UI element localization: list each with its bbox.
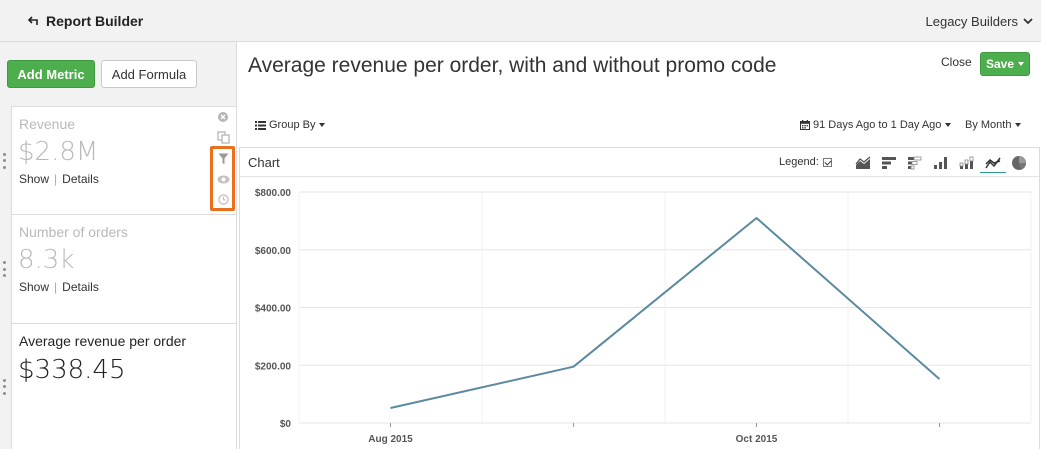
legend-checkbox[interactable]: [822, 157, 832, 167]
duplicate-icon[interactable]: [216, 131, 230, 144]
back-label: Report Builder: [46, 13, 144, 29]
metric-links: Show | Details: [19, 172, 99, 186]
line-chart-type-button[interactable]: [980, 153, 1006, 173]
save-button[interactable]: Save: [980, 52, 1030, 76]
link-separator: |: [54, 280, 58, 294]
back-to-report-builder[interactable]: Report Builder: [28, 13, 143, 29]
back-arrow-icon: [28, 16, 38, 25]
chart-tab-label: Chart: [248, 155, 280, 170]
calendar-icon: [800, 120, 810, 130]
stacked-horizontal-bar-icon: [908, 156, 922, 170]
group-by-label: Group By: [269, 119, 316, 131]
chevron-down-icon: [1023, 18, 1033, 25]
horizontal-bar-type-button[interactable]: [876, 153, 902, 173]
pie-chart-type-button[interactable]: [1006, 153, 1032, 173]
column-chart-type-button[interactable]: [928, 153, 954, 173]
data-point[interactable]: [571, 364, 577, 370]
metric-card-number-of-orders[interactable]: Number of orders 8.3k Show | Details: [3, 214, 237, 324]
y-axis: $0 $200.00 $400.00 $600.00 $800.00: [255, 188, 292, 430]
metric-name: Revenue: [19, 116, 76, 132]
metric-card-revenue[interactable]: Revenue $2.8M Show | Details: [3, 106, 237, 215]
line-chart-icon: [985, 157, 1001, 168]
data-point[interactable]: [388, 405, 394, 411]
caret-down-icon: [319, 123, 326, 127]
save-label: Save: [985, 57, 1015, 71]
group-by-dropdown[interactable]: Group By: [255, 119, 326, 131]
metric-name: Number of orders: [19, 224, 128, 240]
y-tick-label: $600.00: [255, 246, 292, 257]
show-link[interactable]: Show: [19, 172, 49, 186]
stacked-horizontal-bar-type-button[interactable]: [902, 153, 928, 173]
area-chart-type-button[interactable]: [850, 153, 876, 173]
close-button[interactable]: Close: [941, 55, 972, 69]
caret-down-icon: [945, 123, 952, 127]
date-range-dropdown[interactable]: 91 Days Ago to 1 Day Ago: [800, 119, 952, 131]
report-title[interactable]: Average revenue per order, with and with…: [248, 52, 808, 79]
x-axis: Aug 2015 Oct 2015: [368, 423, 940, 445]
y-tick-label: $0: [280, 419, 292, 430]
stacked-column-chart-icon: [959, 156, 974, 169]
icon-highlight-box: [210, 146, 235, 211]
data-point[interactable]: [937, 376, 943, 382]
data-point[interactable]: [754, 215, 760, 221]
account-menu[interactable]: Legacy Builders: [926, 14, 1034, 29]
column-chart-icon: [934, 157, 947, 169]
drag-handle[interactable]: [3, 152, 7, 169]
metric-name: Average revenue per order: [19, 333, 187, 349]
period-dropdown[interactable]: By Month: [965, 119, 1022, 131]
report-main: Average revenue per order, with and with…: [238, 42, 1041, 449]
account-label: Legacy Builders: [925, 14, 1019, 29]
metric-value: $2.8M: [18, 137, 99, 167]
period-label: By Month: [965, 119, 1012, 131]
x-tick-label: Oct 2015: [736, 434, 778, 445]
x-tick-label: Aug 2015: [368, 434, 413, 445]
legend-toggle: Legend:: [779, 156, 832, 168]
caret-down-icon: [1015, 123, 1022, 128]
list-icon: [255, 120, 266, 130]
add-metric-button[interactable]: Add Metric: [7, 60, 95, 88]
add-formula-button[interactable]: Add Formula: [101, 60, 197, 88]
y-tick-label: $400.00: [255, 304, 292, 315]
remove-icon[interactable]: [217, 111, 229, 123]
stacked-column-type-button[interactable]: [954, 153, 980, 173]
drag-handle[interactable]: [3, 378, 7, 395]
link-separator: |: [54, 172, 58, 186]
details-link[interactable]: Details: [62, 280, 99, 294]
metric-value: 8.3k: [18, 245, 75, 275]
pie-chart-icon: [1012, 156, 1026, 170]
chart-panel: Chart Legend: $0 $200.00 $400.00 $600.00…: [239, 147, 1040, 449]
area-chart-icon: [855, 156, 871, 169]
drag-handle[interactable]: [3, 261, 7, 277]
horizontal-bar-chart-icon: [882, 157, 896, 169]
caret-down-icon: [1018, 62, 1025, 66]
metrics-sidebar: Add Metric Add Formula Revenue $2.8M Sho…: [0, 42, 237, 449]
chart-toolbar: Chart Legend:: [240, 148, 1039, 177]
details-link[interactable]: Details: [62, 172, 99, 186]
date-range-label: 91 Days Ago to 1 Day Ago: [813, 119, 942, 131]
show-link[interactable]: Show: [19, 280, 49, 294]
line-chart: $0 $200.00 $400.00 $600.00 $800.00 Aug 2015 O…: [255, 188, 1032, 445]
chart-type-selector: [850, 153, 1032, 173]
legend-label: Legend:: [779, 156, 819, 168]
metric-links: Show | Details: [19, 280, 99, 294]
y-tick-label: $200.00: [255, 361, 292, 372]
y-tick-label: $800.00: [255, 188, 292, 199]
top-bar: Report Builder Legacy Builders: [0, 0, 1041, 42]
metric-card-average-revenue-per-order[interactable]: Average revenue per order $338.45: [3, 323, 237, 449]
chart-grid: [298, 191, 1032, 424]
metric-value: $338.45: [18, 355, 126, 385]
